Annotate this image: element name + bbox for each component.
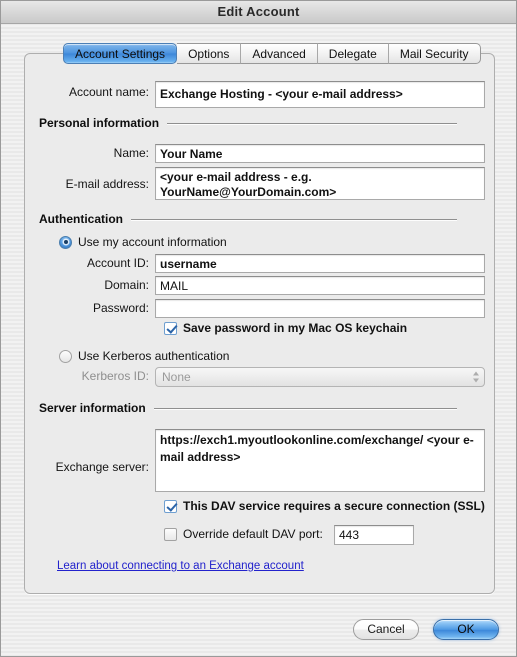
account-name-row: Account name: Exchange Hosting - <your e… (39, 81, 485, 108)
kerberos-id-label: Kerberos ID: (81, 369, 149, 383)
email-label: E-mail address: (65, 177, 149, 191)
radio-off-icon (59, 349, 72, 363)
tab-delegate[interactable]: Delegate (317, 43, 389, 64)
password-label: Password: (92, 301, 149, 315)
tab-mail-security[interactable]: Mail Security (388, 43, 481, 64)
section-personal-title: Personal information (39, 116, 160, 130)
stepper-up-arrow-icon (472, 371, 479, 376)
checkbox-override-dav-port[interactable]: Override default DAV port: (164, 527, 323, 541)
tab-bar: Account Settings Options Advanced Delega… (63, 43, 481, 64)
name-label: Name: (113, 146, 149, 160)
checkbox-checked-icon (164, 321, 177, 335)
tab-options[interactable]: Options (177, 43, 242, 64)
section-personal-rule (167, 122, 457, 124)
checkbox-save-password-label: Save password in my Mac OS keychain (183, 321, 408, 335)
section-server-title: Server information (39, 401, 146, 415)
checkbox-override-dav-port-label: Override default DAV port: (183, 527, 323, 541)
kerberos-id-select[interactable]: None (155, 367, 485, 387)
checkbox-ssl-label: This DAV service requires a secure conne… (183, 499, 485, 513)
section-authentication-title: Authentication (39, 212, 123, 226)
radio-on-icon (59, 235, 72, 249)
radio-use-account-information-label: Use my account information (78, 235, 227, 249)
checkbox-ssl[interactable]: This DAV service requires a secure conne… (164, 499, 485, 513)
name-input[interactable]: Your Name (155, 144, 485, 163)
email-row: E-mail address: <your e-mail address - e… (39, 167, 485, 200)
kerberos-id-value: None (162, 370, 191, 384)
radio-use-account-information[interactable]: Use my account information (59, 235, 227, 249)
account-id-row: Account ID: username (39, 254, 485, 273)
window-titlebar: Edit Account (1, 1, 516, 24)
stepper-down-arrow-icon (472, 378, 479, 383)
dav-port-input[interactable]: 443 (334, 525, 414, 545)
tab-advanced[interactable]: Advanced (241, 43, 318, 64)
section-server-rule (153, 407, 457, 409)
email-input[interactable]: <your e-mail address - e.g. YourName@You… (155, 167, 485, 200)
kerberos-id-row: Kerberos ID: None (39, 367, 485, 387)
account-id-label: Account ID: (86, 256, 149, 270)
section-personal-information: Personal information (39, 116, 457, 130)
checkbox-checked-icon (164, 499, 177, 513)
section-authentication: Authentication (39, 212, 457, 226)
stepper-icon[interactable] (471, 370, 480, 385)
ok-button[interactable]: OK (433, 619, 499, 640)
domain-input[interactable]: MAIL (155, 276, 485, 295)
section-authentication-rule (131, 218, 457, 220)
checkbox-save-password[interactable]: Save password in my Mac OS keychain (164, 321, 407, 335)
account-name-label: Account name: (68, 85, 149, 99)
password-input[interactable] (155, 299, 485, 318)
account-name-input[interactable]: Exchange Hosting - <your e-mail address> (155, 81, 485, 108)
cancel-button[interactable]: Cancel (353, 619, 419, 640)
exchange-server-label: Exchange server: (55, 460, 149, 474)
password-row: Password: (39, 299, 485, 318)
section-server-information: Server information (39, 401, 457, 415)
radio-use-kerberos[interactable]: Use Kerberos authentication (59, 349, 229, 363)
edit-account-window: Edit Account Account Settings Options Ad… (0, 0, 517, 657)
exchange-server-row: Exchange server: https://exch1.myoutlook… (39, 429, 485, 492)
domain-row: Domain: MAIL (39, 276, 485, 295)
learn-more-link[interactable]: Learn about connecting to an Exchange ac… (57, 560, 304, 572)
exchange-server-input[interactable]: https://exch1.myoutlookonline.com/exchan… (155, 429, 485, 492)
tab-account-settings[interactable]: Account Settings (63, 43, 178, 64)
domain-label: Domain: (104, 278, 149, 292)
window-title: Edit Account (217, 4, 300, 19)
name-row: Name: Your Name (39, 144, 485, 163)
account-id-input[interactable]: username (155, 254, 485, 273)
checkbox-unchecked-icon (164, 527, 177, 541)
radio-use-kerberos-label: Use Kerberos authentication (78, 349, 230, 363)
